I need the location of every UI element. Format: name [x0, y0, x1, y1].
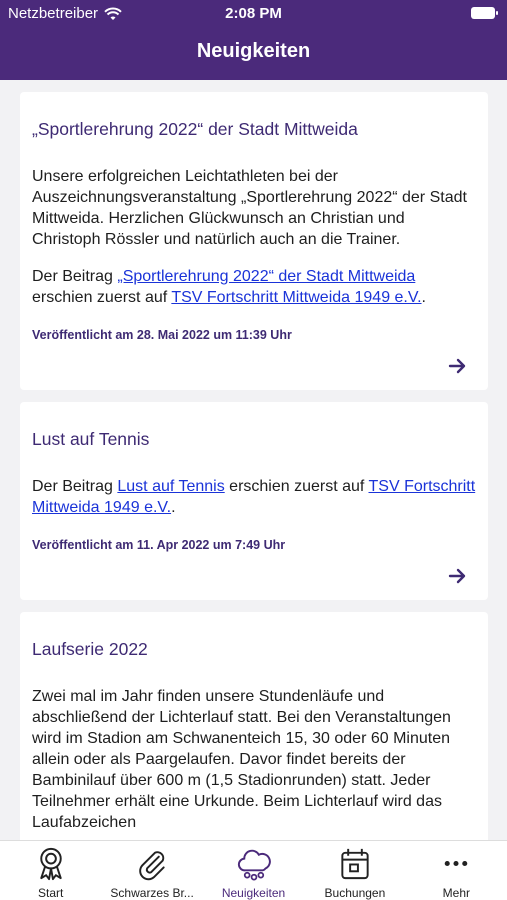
tab-buchungen[interactable]: Buchungen — [304, 841, 405, 900]
source-end: . — [171, 499, 176, 516]
news-body: Der Beitrag Lust auf Tennis erschien zue… — [32, 476, 476, 518]
published-date: Veröffentlicht am 11. Apr 2022 um 7:49 U… — [32, 538, 286, 552]
tab-start[interactable]: Start — [0, 841, 101, 900]
news-source: Der Beitrag „Sportlerehrung 2022“ der St… — [32, 266, 476, 308]
source-middle: erschien zuerst auf — [224, 478, 369, 495]
tab-mehr[interactable]: Mehr — [406, 841, 507, 900]
source-intro: Der Beitrag — [32, 268, 118, 285]
news-list[interactable]: „Sportlerehrung 2022“ der Stadt Mittweid… — [0, 80, 507, 840]
tab-label: Schwarzes Br... — [110, 886, 194, 900]
status-time: 2:08 PM — [225, 5, 282, 22]
award-icon — [39, 847, 62, 881]
tab-label: Start — [38, 886, 64, 900]
tab-neuigkeiten[interactable]: Neuigkeiten — [203, 841, 304, 900]
post-link[interactable]: „Sportlerehrung 2022“ der Stadt Mittweid… — [117, 268, 415, 285]
news-card[interactable]: Laufserie 2022 Zwei mal im Jahr finden u… — [20, 612, 488, 840]
more-icon — [445, 860, 468, 867]
tab-label: Neuigkeiten — [221, 886, 286, 900]
site-link[interactable]: TSV Fortschritt Mittweida 1949 e.V. — [171, 289, 421, 306]
nav-bar: Neuigkeiten — [0, 26, 507, 80]
news-title[interactable]: Laufserie 2022 — [32, 638, 476, 660]
post-link[interactable]: Lust auf Tennis — [117, 478, 224, 495]
news-excerpt: Zwei mal im Jahr finden unsere Stundenlä… — [32, 688, 451, 831]
source-intro: Der Beitrag — [32, 478, 118, 495]
paperclip-icon — [139, 851, 165, 881]
calendar-icon — [341, 848, 369, 880]
news-body: Zwei mal im Jahr finden unsere Stundenlä… — [32, 686, 476, 833]
tab-label: Buchungen — [324, 886, 386, 900]
news-card[interactable]: Lust auf Tennis Der Beitrag Lust auf Ten… — [20, 402, 488, 600]
news-title[interactable]: „Sportlerehrung 2022“ der Stadt Mittweid… — [32, 118, 476, 140]
status-bar: Netzbetreiber 2:08 PM — [0, 0, 507, 26]
news-body: Unsere erfolgreichen Leichtathleten bei … — [32, 166, 476, 308]
source-middle: erschien zuerst auf — [32, 289, 172, 306]
page-title: Neuigkeiten — [196, 40, 311, 62]
published-date: Veröffentlicht am 28. Mai 2022 um 11:39 … — [32, 328, 292, 342]
news-source: Der Beitrag Lust auf Tennis erschien zue… — [32, 476, 476, 518]
source-end: . — [421, 289, 426, 306]
news-excerpt: Unsere erfolgreichen Leichtathleten bei … — [32, 168, 467, 248]
battery-icon — [471, 7, 498, 19]
tab-bar: Start Schwarzes Br... Neuigkeiten Buchun… — [0, 840, 507, 900]
news-card[interactable]: „Sportlerehrung 2022“ der Stadt Mittweid… — [20, 92, 488, 390]
tab-schwarzes-brett[interactable]: Schwarzes Br... — [101, 841, 202, 900]
arrow-right-icon[interactable] — [448, 356, 468, 376]
cloud-icon — [237, 849, 271, 881]
arrow-right-icon[interactable] — [448, 566, 468, 586]
news-title[interactable]: Lust auf Tennis — [32, 428, 476, 450]
tab-label: Mehr — [442, 886, 470, 900]
